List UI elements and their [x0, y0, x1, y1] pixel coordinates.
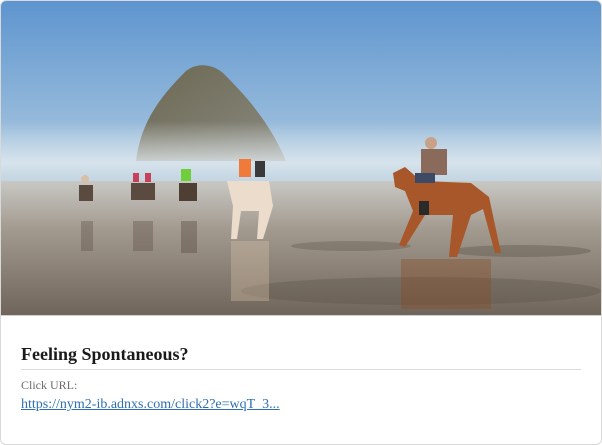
ad-photo[interactable] — [1, 1, 601, 316]
title-divider — [21, 369, 581, 370]
beach-horse-riders-image — [1, 1, 601, 315]
ad-card[interactable]: Feeling Spontaneous? Click URL: https://… — [0, 0, 602, 445]
ad-title: Feeling Spontaneous? — [21, 344, 189, 364]
ad-card-body: Feeling Spontaneous? Click URL: https://… — [1, 344, 601, 413]
click-url-link[interactable]: https://nym2-ib.adnxs.com/click2?e=wqT_3… — [21, 397, 280, 413]
click-url-label: Click URL: — [21, 378, 78, 392]
